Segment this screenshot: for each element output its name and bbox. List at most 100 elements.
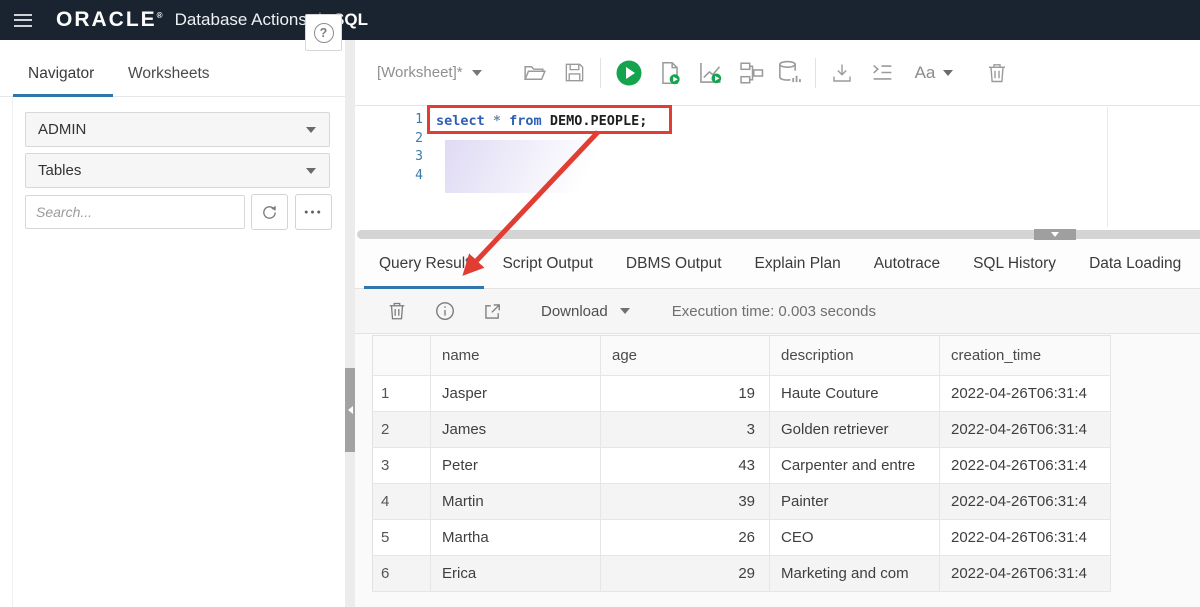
cell-name[interactable]: Martin <box>431 484 601 520</box>
execution-time-text: Execution time: 0.003 seconds <box>672 303 876 320</box>
oracle-logo: ORACLE® <box>56 8 163 32</box>
run-statement-button[interactable] <box>615 59 643 87</box>
results-section: Query Result Script Output DBMS Output E… <box>355 240 1200 607</box>
horizontal-splitter-handle[interactable] <box>1034 229 1076 240</box>
cell-name[interactable]: Jasper <box>431 376 601 412</box>
sql-identifier: DEMO.PEOPLE; <box>542 113 648 129</box>
tab-explain-plan[interactable]: Explain Plan <box>740 240 856 289</box>
sql-operator: * <box>485 113 509 129</box>
hamburger-menu-icon[interactable] <box>14 14 32 27</box>
table-row[interactable]: 1 Jasper 19 Haute Couture 2022-04-26T06:… <box>373 376 1111 412</box>
cell-age[interactable]: 29 <box>601 556 770 592</box>
download-icon <box>830 61 854 85</box>
chevron-down-icon <box>306 127 316 133</box>
sql-statement: select * from DEMO.PEOPLE; <box>436 113 647 129</box>
tab-dbms-output[interactable]: DBMS Output <box>611 240 737 289</box>
result-info-button[interactable] <box>434 300 456 322</box>
table-row[interactable]: 2 James 3 Golden retriever 2022-04-26T06… <box>373 412 1111 448</box>
download-editor-button[interactable] <box>830 61 854 85</box>
cell-description[interactable]: Painter <box>770 484 940 520</box>
save-icon <box>563 61 586 84</box>
table-row[interactable]: 5 Martha 26 CEO 2022-04-26T06:31:4 <box>373 520 1111 556</box>
row-number-cell: 2 <box>373 412 431 448</box>
chevron-down-icon <box>472 70 482 76</box>
toolbar-separator <box>600 58 601 88</box>
database-actions-app: ORACLE® Database Actions | SQL Navigator… <box>0 0 1200 607</box>
clear-worksheet-button[interactable] <box>985 61 1009 85</box>
cell-age[interactable]: 19 <box>601 376 770 412</box>
cell-creation-time[interactable]: 2022-04-26T06:31:4 <box>940 556 1111 592</box>
cell-creation-time[interactable]: 2022-04-26T06:31:4 <box>940 520 1111 556</box>
folder-open-icon <box>522 60 547 85</box>
main-area: [Worksheet]* <box>355 40 1200 607</box>
cell-name[interactable]: Erica <box>431 556 601 592</box>
explain-plan-button[interactable] <box>697 59 724 86</box>
column-header-age[interactable]: age <box>601 336 770 376</box>
open-file-button[interactable] <box>522 60 547 85</box>
more-actions-button[interactable]: ●●● <box>295 194 332 230</box>
help-icon: ? <box>314 23 334 43</box>
cell-age[interactable]: 43 <box>601 448 770 484</box>
table-row[interactable]: 6 Erica 29 Marketing and com 2022-04-26T… <box>373 556 1111 592</box>
cell-description[interactable]: Haute Couture <box>770 376 940 412</box>
line-number: 3 <box>395 148 423 167</box>
sql-keyword: select <box>436 113 485 129</box>
autotrace-button[interactable] <box>738 60 764 86</box>
cell-name[interactable]: Martha <box>431 520 601 556</box>
cell-creation-time[interactable]: 2022-04-26T06:31:4 <box>940 484 1111 520</box>
table-row[interactable]: 3 Peter 43 Carpenter and entre 2022-04-2… <box>373 448 1111 484</box>
tab-script-output[interactable]: Script Output <box>487 240 607 289</box>
refresh-button[interactable] <box>251 194 288 230</box>
tab-data-loading[interactable]: Data Loading <box>1074 240 1196 289</box>
cell-name[interactable]: James <box>431 412 601 448</box>
tab-query-result[interactable]: Query Result <box>364 240 484 289</box>
ellipsis-icon: ●●● <box>304 209 323 216</box>
cell-creation-time[interactable]: 2022-04-26T06:31:4 <box>940 412 1111 448</box>
vertical-splitter[interactable] <box>345 40 355 607</box>
cell-description[interactable]: Carpenter and entre <box>770 448 940 484</box>
line-number: 1 <box>395 111 423 130</box>
text-size-icon: Aa <box>915 63 936 83</box>
cell-age[interactable]: 26 <box>601 520 770 556</box>
column-header-creation-time[interactable]: creation_time <box>940 336 1111 376</box>
run-script-icon <box>657 60 683 86</box>
tab-worksheets[interactable]: Worksheets <box>128 55 210 96</box>
save-button[interactable] <box>563 61 586 84</box>
format-button[interactable] <box>870 60 895 85</box>
collapse-down-icon <box>1051 232 1059 237</box>
column-header-name[interactable]: name <box>431 336 601 376</box>
serveroutput-button[interactable] <box>776 59 803 86</box>
cell-creation-time[interactable]: 2022-04-26T06:31:4 <box>940 376 1111 412</box>
line-number: 4 <box>395 167 423 186</box>
result-toolbar: Download Execution time: 0.003 seconds <box>355 289 1200 334</box>
cell-description[interactable]: CEO <box>770 520 940 556</box>
collapse-left-icon <box>348 406 353 414</box>
text-size-dropdown[interactable]: Aa <box>915 63 954 83</box>
vertical-splitter-handle[interactable] <box>345 368 355 452</box>
clear-result-button[interactable] <box>386 300 408 322</box>
run-script-button[interactable] <box>657 60 683 86</box>
tab-navigator[interactable]: Navigator <box>28 55 94 96</box>
cell-description[interactable]: Golden retriever <box>770 412 940 448</box>
run-icon <box>615 59 643 87</box>
object-type-select[interactable]: Tables <box>25 153 330 188</box>
horizontal-splitter[interactable] <box>357 230 1200 239</box>
download-label: Download <box>541 303 608 320</box>
cell-age[interactable]: 3 <box>601 412 770 448</box>
schema-select[interactable]: ADMIN <box>25 112 330 147</box>
download-dropdown[interactable]: Download <box>541 303 630 320</box>
tab-sql-history[interactable]: SQL History <box>958 240 1071 289</box>
column-header-description[interactable]: description <box>770 336 940 376</box>
table-row[interactable]: 4 Martin 39 Painter 2022-04-26T06:31:4 <box>373 484 1111 520</box>
cell-creation-time[interactable]: 2022-04-26T06:31:4 <box>940 448 1111 484</box>
cell-description[interactable]: Marketing and com <box>770 556 940 592</box>
chevron-down-icon <box>306 168 316 174</box>
cell-name[interactable]: Peter <box>431 448 601 484</box>
open-result-new-window-button[interactable] <box>482 301 503 322</box>
worksheet-title-dropdown[interactable]: [Worksheet]* <box>377 64 482 81</box>
tab-autotrace[interactable]: Autotrace <box>859 240 955 289</box>
search-input[interactable] <box>25 195 245 229</box>
search-row: ●●● <box>25 194 330 230</box>
help-button[interactable]: ? <box>305 14 342 51</box>
cell-age[interactable]: 39 <box>601 484 770 520</box>
